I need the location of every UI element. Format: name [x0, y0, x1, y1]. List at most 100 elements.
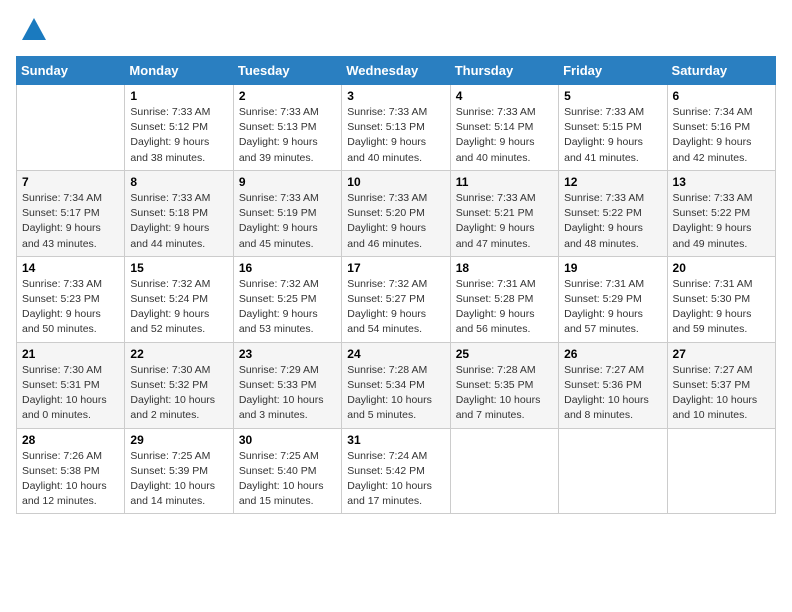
calendar-cell: 17 Sunrise: 7:32 AMSunset: 5:27 PMDaylig…	[342, 256, 450, 342]
day-info: Sunrise: 7:28 AMSunset: 5:34 PMDaylight:…	[347, 363, 444, 424]
day-info: Sunrise: 7:33 AMSunset: 5:22 PMDaylight:…	[564, 191, 661, 252]
page-header	[16, 16, 776, 44]
day-number: 8	[130, 175, 227, 189]
calendar-cell: 29 Sunrise: 7:25 AMSunset: 5:39 PMDaylig…	[125, 428, 233, 514]
calendar-cell: 6 Sunrise: 7:34 AMSunset: 5:16 PMDayligh…	[667, 85, 775, 171]
calendar-cell: 5 Sunrise: 7:33 AMSunset: 5:15 PMDayligh…	[559, 85, 667, 171]
calendar-cell: 19 Sunrise: 7:31 AMSunset: 5:29 PMDaylig…	[559, 256, 667, 342]
calendar-cell: 22 Sunrise: 7:30 AMSunset: 5:32 PMDaylig…	[125, 342, 233, 428]
day-info: Sunrise: 7:33 AMSunset: 5:22 PMDaylight:…	[673, 191, 770, 252]
day-info: Sunrise: 7:26 AMSunset: 5:38 PMDaylight:…	[22, 449, 119, 510]
day-info: Sunrise: 7:25 AMSunset: 5:39 PMDaylight:…	[130, 449, 227, 510]
calendar-cell: 20 Sunrise: 7:31 AMSunset: 5:30 PMDaylig…	[667, 256, 775, 342]
calendar-cell: 13 Sunrise: 7:33 AMSunset: 5:22 PMDaylig…	[667, 170, 775, 256]
calendar-cell: 16 Sunrise: 7:32 AMSunset: 5:25 PMDaylig…	[233, 256, 341, 342]
calendar-cell: 24 Sunrise: 7:28 AMSunset: 5:34 PMDaylig…	[342, 342, 450, 428]
day-number: 12	[564, 175, 661, 189]
day-number: 10	[347, 175, 444, 189]
weekday-header: Saturday	[667, 57, 775, 85]
calendar-cell	[667, 428, 775, 514]
day-info: Sunrise: 7:32 AMSunset: 5:27 PMDaylight:…	[347, 277, 444, 338]
day-info: Sunrise: 7:33 AMSunset: 5:23 PMDaylight:…	[22, 277, 119, 338]
logo-icon	[20, 16, 48, 44]
day-number: 28	[22, 433, 119, 447]
day-number: 3	[347, 89, 444, 103]
day-info: Sunrise: 7:30 AMSunset: 5:31 PMDaylight:…	[22, 363, 119, 424]
day-info: Sunrise: 7:31 AMSunset: 5:30 PMDaylight:…	[673, 277, 770, 338]
weekday-header: Thursday	[450, 57, 558, 85]
calendar-cell: 7 Sunrise: 7:34 AMSunset: 5:17 PMDayligh…	[17, 170, 125, 256]
calendar-week-row: 7 Sunrise: 7:34 AMSunset: 5:17 PMDayligh…	[17, 170, 776, 256]
day-info: Sunrise: 7:33 AMSunset: 5:21 PMDaylight:…	[456, 191, 553, 252]
day-number: 5	[564, 89, 661, 103]
day-info: Sunrise: 7:33 AMSunset: 5:15 PMDaylight:…	[564, 105, 661, 166]
day-info: Sunrise: 7:33 AMSunset: 5:19 PMDaylight:…	[239, 191, 336, 252]
day-number: 23	[239, 347, 336, 361]
weekday-header-row: SundayMondayTuesdayWednesdayThursdayFrid…	[17, 57, 776, 85]
day-number: 14	[22, 261, 119, 275]
weekday-header: Friday	[559, 57, 667, 85]
day-info: Sunrise: 7:31 AMSunset: 5:28 PMDaylight:…	[456, 277, 553, 338]
calendar-cell: 31 Sunrise: 7:24 AMSunset: 5:42 PMDaylig…	[342, 428, 450, 514]
calendar-cell: 27 Sunrise: 7:27 AMSunset: 5:37 PMDaylig…	[667, 342, 775, 428]
day-info: Sunrise: 7:33 AMSunset: 5:12 PMDaylight:…	[130, 105, 227, 166]
calendar-week-row: 1 Sunrise: 7:33 AMSunset: 5:12 PMDayligh…	[17, 85, 776, 171]
calendar-cell: 14 Sunrise: 7:33 AMSunset: 5:23 PMDaylig…	[17, 256, 125, 342]
calendar-cell	[17, 85, 125, 171]
day-info: Sunrise: 7:33 AMSunset: 5:18 PMDaylight:…	[130, 191, 227, 252]
day-info: Sunrise: 7:24 AMSunset: 5:42 PMDaylight:…	[347, 449, 444, 510]
day-number: 17	[347, 261, 444, 275]
weekday-header: Wednesday	[342, 57, 450, 85]
calendar-cell: 15 Sunrise: 7:32 AMSunset: 5:24 PMDaylig…	[125, 256, 233, 342]
day-info: Sunrise: 7:34 AMSunset: 5:17 PMDaylight:…	[22, 191, 119, 252]
calendar-cell: 21 Sunrise: 7:30 AMSunset: 5:31 PMDaylig…	[17, 342, 125, 428]
calendar-cell: 8 Sunrise: 7:33 AMSunset: 5:18 PMDayligh…	[125, 170, 233, 256]
weekday-header: Monday	[125, 57, 233, 85]
day-number: 18	[456, 261, 553, 275]
day-info: Sunrise: 7:31 AMSunset: 5:29 PMDaylight:…	[564, 277, 661, 338]
day-number: 26	[564, 347, 661, 361]
day-number: 24	[347, 347, 444, 361]
day-number: 7	[22, 175, 119, 189]
day-number: 21	[22, 347, 119, 361]
calendar-cell: 3 Sunrise: 7:33 AMSunset: 5:13 PMDayligh…	[342, 85, 450, 171]
calendar-table: SundayMondayTuesdayWednesdayThursdayFrid…	[16, 56, 776, 514]
day-number: 30	[239, 433, 336, 447]
calendar-cell: 2 Sunrise: 7:33 AMSunset: 5:13 PMDayligh…	[233, 85, 341, 171]
day-info: Sunrise: 7:32 AMSunset: 5:25 PMDaylight:…	[239, 277, 336, 338]
calendar-cell: 28 Sunrise: 7:26 AMSunset: 5:38 PMDaylig…	[17, 428, 125, 514]
calendar-cell: 9 Sunrise: 7:33 AMSunset: 5:19 PMDayligh…	[233, 170, 341, 256]
calendar-cell: 25 Sunrise: 7:28 AMSunset: 5:35 PMDaylig…	[450, 342, 558, 428]
day-number: 16	[239, 261, 336, 275]
day-info: Sunrise: 7:27 AMSunset: 5:37 PMDaylight:…	[673, 363, 770, 424]
day-number: 29	[130, 433, 227, 447]
calendar-week-row: 28 Sunrise: 7:26 AMSunset: 5:38 PMDaylig…	[17, 428, 776, 514]
day-number: 15	[130, 261, 227, 275]
calendar-cell	[450, 428, 558, 514]
calendar-cell: 30 Sunrise: 7:25 AMSunset: 5:40 PMDaylig…	[233, 428, 341, 514]
calendar-cell: 4 Sunrise: 7:33 AMSunset: 5:14 PMDayligh…	[450, 85, 558, 171]
calendar-week-row: 21 Sunrise: 7:30 AMSunset: 5:31 PMDaylig…	[17, 342, 776, 428]
day-number: 25	[456, 347, 553, 361]
calendar-cell	[559, 428, 667, 514]
day-info: Sunrise: 7:33 AMSunset: 5:13 PMDaylight:…	[239, 105, 336, 166]
calendar-cell: 12 Sunrise: 7:33 AMSunset: 5:22 PMDaylig…	[559, 170, 667, 256]
day-info: Sunrise: 7:33 AMSunset: 5:20 PMDaylight:…	[347, 191, 444, 252]
day-number: 11	[456, 175, 553, 189]
day-number: 27	[673, 347, 770, 361]
day-info: Sunrise: 7:29 AMSunset: 5:33 PMDaylight:…	[239, 363, 336, 424]
day-info: Sunrise: 7:32 AMSunset: 5:24 PMDaylight:…	[130, 277, 227, 338]
day-number: 6	[673, 89, 770, 103]
calendar-cell: 1 Sunrise: 7:33 AMSunset: 5:12 PMDayligh…	[125, 85, 233, 171]
calendar-cell: 26 Sunrise: 7:27 AMSunset: 5:36 PMDaylig…	[559, 342, 667, 428]
calendar-cell: 11 Sunrise: 7:33 AMSunset: 5:21 PMDaylig…	[450, 170, 558, 256]
day-info: Sunrise: 7:27 AMSunset: 5:36 PMDaylight:…	[564, 363, 661, 424]
day-info: Sunrise: 7:30 AMSunset: 5:32 PMDaylight:…	[130, 363, 227, 424]
calendar-cell: 23 Sunrise: 7:29 AMSunset: 5:33 PMDaylig…	[233, 342, 341, 428]
logo	[16, 16, 48, 44]
day-info: Sunrise: 7:33 AMSunset: 5:13 PMDaylight:…	[347, 105, 444, 166]
weekday-header: Tuesday	[233, 57, 341, 85]
day-number: 2	[239, 89, 336, 103]
calendar-cell: 18 Sunrise: 7:31 AMSunset: 5:28 PMDaylig…	[450, 256, 558, 342]
calendar-week-row: 14 Sunrise: 7:33 AMSunset: 5:23 PMDaylig…	[17, 256, 776, 342]
